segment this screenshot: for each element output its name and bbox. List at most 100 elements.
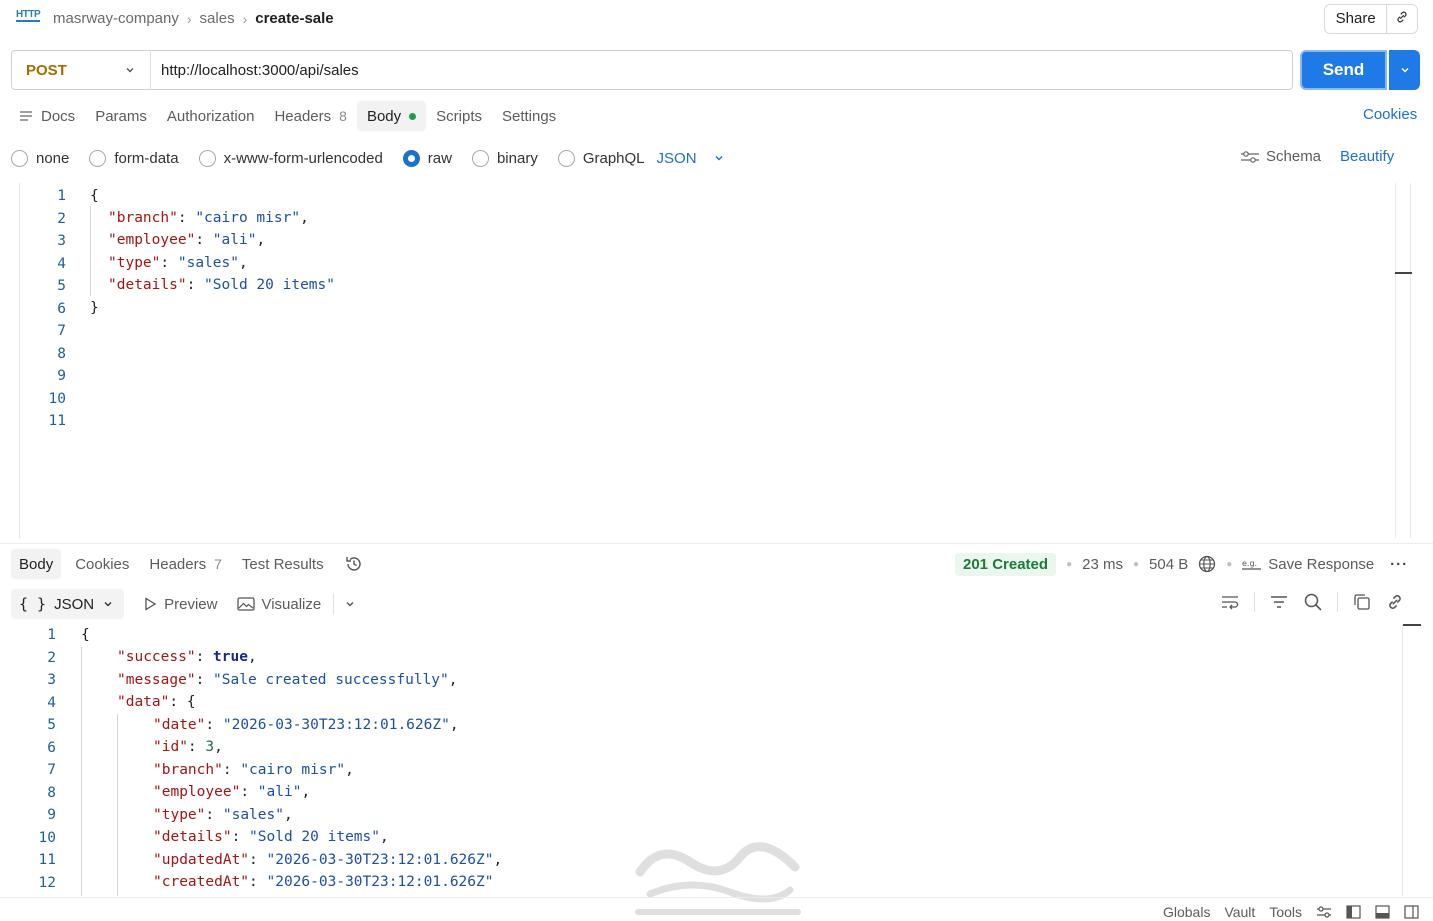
- status-badge[interactable]: 201 Created: [955, 552, 1057, 576]
- visualize-button[interactable]: Visualize: [237, 596, 321, 613]
- response-tab-body[interactable]: Body: [11, 549, 62, 579]
- globe-icon[interactable]: [1198, 555, 1216, 573]
- pane-divider[interactable]: [0, 543, 1433, 544]
- language-select[interactable]: JSON: [657, 150, 725, 167]
- send-button[interactable]: Send: [1300, 50, 1387, 90]
- breadcrumb-request[interactable]: create-sale: [255, 10, 333, 27]
- request-body-editor[interactable]: 1 2 3 4 5 6 7 8 9 10 11 { "branch": "cairo misr", …: [19, 183, 1395, 538]
- copy-icon[interactable]: [1352, 592, 1372, 612]
- body-type-binary[interactable]: binary: [471, 149, 538, 167]
- left-panel-icon[interactable]: [1346, 905, 1361, 919]
- response-size[interactable]: 504 B: [1149, 556, 1188, 573]
- tab-settings[interactable]: Settings: [492, 101, 566, 131]
- play-icon: [145, 597, 157, 611]
- tab-body[interactable]: Body: [356, 101, 427, 131]
- history-icon: [345, 557, 361, 571]
- vault-button[interactable]: Vault: [1224, 904, 1255, 920]
- line-number: 8: [47, 784, 56, 801]
- tab-scripts[interactable]: Scripts: [426, 101, 492, 131]
- chevron-down-icon: [104, 602, 112, 607]
- body-type-form-data[interactable]: form-data: [89, 149, 179, 167]
- line-number: 5: [57, 278, 66, 294]
- method-select[interactable]: POST: [12, 51, 151, 89]
- body-type-none-label: none: [36, 149, 70, 167]
- share-label[interactable]: Share: [1325, 5, 1388, 33]
- code-line: "updatedAt": "2026-03-30T23:12:01.626Z",: [153, 852, 503, 868]
- code-line: "branch": "cairo misr",: [153, 762, 354, 778]
- code-line: {: [81, 627, 90, 643]
- response-tabs: Body Cookies Headers 7 Test Results: [11, 549, 374, 579]
- radio-circle[interactable]: [198, 149, 216, 167]
- body-type-graphql[interactable]: GraphQL: [557, 149, 645, 167]
- body-type-none[interactable]: none: [11, 149, 70, 167]
- code-line: "employee": "ali",: [153, 784, 311, 800]
- globals-button[interactable]: Globals: [1163, 904, 1210, 920]
- breadcrumb-folder[interactable]: sales: [200, 10, 235, 27]
- code-line: "id": 3,: [153, 739, 223, 755]
- scrollbar-thumb[interactable]: [1395, 272, 1412, 274]
- more-options-icon[interactable]: ···: [1390, 556, 1408, 573]
- settings-sliders-icon[interactable]: [1316, 905, 1332, 919]
- tab-headers[interactable]: Headers 8: [264, 101, 357, 131]
- image-icon: [237, 597, 256, 611]
- bottom-panel-icon[interactable]: [1375, 905, 1390, 919]
- right-panel-icon[interactable]: [1404, 905, 1419, 919]
- chevron-down-icon: [126, 68, 134, 73]
- schema-button[interactable]: Schema: [1240, 148, 1321, 165]
- history-button[interactable]: [334, 549, 374, 579]
- search-icon[interactable]: [1303, 592, 1323, 612]
- cookies-link[interactable]: Cookies: [1363, 106, 1417, 123]
- line-number: 6: [47, 739, 56, 756]
- share-button[interactable]: Share: [1324, 4, 1418, 34]
- body-type-options: none form-data x-www-form-urlencoded raw…: [11, 146, 725, 170]
- link-icon[interactable]: [1386, 593, 1404, 611]
- request-scrollbar[interactable]: [1395, 183, 1412, 538]
- line-number: 11: [48, 413, 66, 429]
- code-line: "details": "Sold 20 items",: [153, 829, 389, 845]
- breadcrumb: masrway-company › sales › create-sale: [53, 10, 334, 27]
- toolbar-divider: [1337, 592, 1338, 612]
- tab-settings-label: Settings: [501, 107, 557, 125]
- radio-circle[interactable]: [557, 149, 575, 167]
- response-time[interactable]: 23 ms: [1082, 556, 1123, 573]
- beautify-button[interactable]: Beautify: [1340, 148, 1394, 165]
- response-scrollbar[interactable]: [1402, 624, 1421, 896]
- url-input[interactable]: [151, 51, 1292, 89]
- tools-button[interactable]: Tools: [1269, 904, 1302, 920]
- radio-circle-selected[interactable]: [402, 149, 420, 167]
- code-line: "type": "sales",: [108, 255, 248, 271]
- body-type-urlencoded[interactable]: x-www-form-urlencoded: [198, 149, 383, 167]
- preview-button[interactable]: Preview: [142, 596, 217, 613]
- code-line: "message": "Sale created successfully",: [117, 672, 458, 688]
- chevron-right-icon: ›: [242, 10, 248, 27]
- response-tab-cookies[interactable]: Cookies: [61, 549, 139, 579]
- save-response-button[interactable]: e.g. Save Response: [1242, 556, 1374, 573]
- scrollbar-thumb[interactable]: [1403, 624, 1421, 626]
- format-select[interactable]: { } JSON: [11, 589, 125, 619]
- breadcrumb-workspace[interactable]: masrway-company: [53, 10, 179, 27]
- radio-circle[interactable]: [89, 149, 107, 167]
- line-number: 10: [48, 390, 66, 407]
- response-headers-count: 7: [214, 556, 222, 572]
- response-tab-headers[interactable]: Headers 7: [139, 549, 232, 579]
- radio-circle[interactable]: [11, 149, 28, 167]
- line-number: 12: [38, 874, 56, 891]
- response-tab-headers-label: Headers: [149, 555, 207, 573]
- tab-docs[interactable]: Docs: [11, 101, 85, 131]
- tab-params[interactable]: Params: [85, 101, 157, 131]
- radio-circle[interactable]: [471, 149, 489, 167]
- response-tab-test-results[interactable]: Test Results: [232, 549, 334, 579]
- code-line: "details": "Sold 20 items": [108, 277, 335, 293]
- body-type-raw-label: raw: [427, 149, 452, 167]
- body-type-raw[interactable]: raw: [402, 149, 452, 167]
- link-icon[interactable]: [1387, 10, 1417, 28]
- filter-icon[interactable]: [1269, 593, 1289, 611]
- visualize-options-button[interactable]: [333, 593, 356, 615]
- wrap-lines-icon[interactable]: [1220, 593, 1240, 611]
- code-line: "date": "2026-03-30T23:12:01.626Z",: [153, 717, 459, 733]
- chevron-down-icon: [346, 602, 354, 607]
- line-number: 2: [47, 649, 56, 666]
- docs-icon: [20, 111, 32, 121]
- send-options-button[interactable]: [1389, 50, 1420, 90]
- tab-authorization[interactable]: Authorization: [157, 101, 265, 131]
